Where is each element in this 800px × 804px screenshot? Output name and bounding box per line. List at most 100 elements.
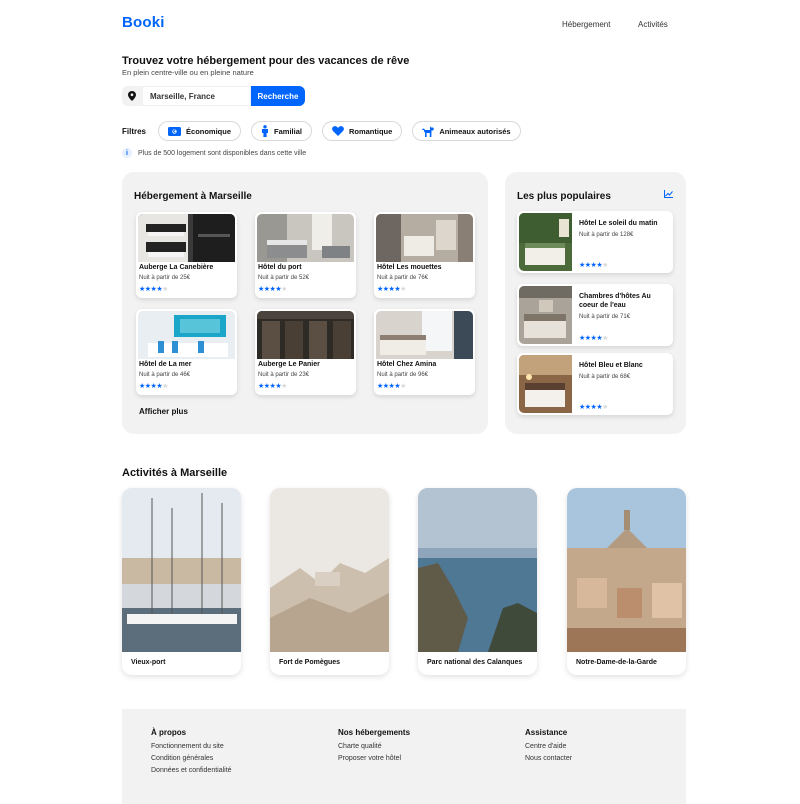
hotel-price: Nuit à partir de 25€: [139, 275, 191, 281]
rating-stars: ★★★★★: [579, 335, 608, 342]
popular-card[interactable]: Chambres d'hôtes Au coeur de l'eau Nuit …: [517, 284, 673, 346]
footer-link[interactable]: Fonctionnement du site: [151, 743, 232, 750]
footer-link[interactable]: Centre d'aide: [525, 743, 572, 750]
search-button[interactable]: Recherche: [251, 86, 305, 106]
hotel-photo: [138, 214, 235, 262]
search-bar: Recherche: [122, 86, 305, 106]
hotel-card[interactable]: Hôtel de La mer Nuit à partir de 46€ ★★★…: [136, 309, 237, 395]
rating-stars: ★★★★★: [579, 404, 608, 411]
filter-label: Économique: [186, 126, 232, 136]
money-icon: €: [168, 126, 186, 136]
populaires-title: Les plus populaires: [517, 191, 611, 202]
activity-card[interactable]: Fort de Pomègues: [270, 488, 389, 675]
footer-heading: À propos: [151, 728, 187, 737]
hotel-name: Auberge Le Panier: [258, 361, 320, 368]
info-icon: i: [122, 148, 132, 158]
hotel-price: Nuit à partir de 68€: [579, 374, 631, 380]
hotel-card[interactable]: Auberge La Canebière Nuit à partir de 25…: [136, 212, 237, 298]
hotel-photo: [257, 311, 354, 359]
hotel-card[interactable]: Hôtel Chez Amina Nuit à partir de 96€ ★★…: [374, 309, 475, 395]
hotel-card[interactable]: Hôtel Les mouettes Nuit à partir de 76€ …: [374, 212, 475, 298]
dog-icon: [422, 125, 439, 137]
rating-stars: ★★★★★: [377, 286, 406, 293]
filters-label: Filtres: [122, 126, 147, 136]
heart-icon: [332, 126, 349, 136]
filter-familial[interactable]: Familial: [251, 121, 312, 141]
footer-link[interactable]: Données et confidentialité: [151, 767, 232, 774]
hotel-price: Nuit à partir de 128€: [579, 232, 634, 238]
info-message: i Plus de 500 logement sont disponibles …: [122, 148, 306, 158]
person-icon: [261, 125, 274, 137]
nav-activites[interactable]: Activités: [638, 20, 668, 29]
hotel-price: Nuit à partir de 52€: [258, 275, 310, 281]
hotel-photo: [138, 311, 235, 359]
svg-text:€: €: [172, 129, 176, 134]
hotel-photo: [257, 214, 354, 262]
rating-stars: ★★★★★: [139, 286, 168, 293]
activity-photo: [418, 488, 537, 652]
hotel-photo: [519, 286, 572, 344]
popular-card[interactable]: Hôtel Le soleil du matin Nuit à partir d…: [517, 211, 673, 273]
activity-name: Vieux-port: [131, 659, 166, 666]
filter-label: Familial: [274, 126, 302, 136]
hotel-card[interactable]: Auberge Le Panier Nuit à partir de 23€ ★…: [255, 309, 356, 395]
activity-photo: [270, 488, 389, 652]
trend-chart-icon: [664, 190, 673, 198]
activites-title: Activités à Marseille: [122, 467, 228, 479]
hotel-price: Nuit à partir de 96€: [377, 372, 429, 378]
hotel-name: Hôtel de La mer: [139, 361, 192, 368]
hero-title: Trouvez votre hébergement pour des vacan…: [122, 55, 410, 67]
footer-column-assistance: Assistance Centre d'aide Nous contacter: [525, 728, 572, 767]
logo[interactable]: Booki: [122, 14, 165, 31]
hotel-photo: [519, 355, 572, 413]
hotel-name: Hôtel Les mouettes: [377, 264, 442, 271]
hotel-photo: [519, 213, 572, 271]
footer: À propos Fonctionnement du site Conditio…: [122, 709, 686, 804]
filter-animaux[interactable]: Animeaux autorisés: [412, 121, 521, 141]
popular-card[interactable]: Hôtel Bleu et Blanc Nuit à partir de 68€…: [517, 353, 673, 415]
footer-heading: Nos hébergements: [338, 728, 411, 737]
activity-card[interactable]: Parc national des Calanques: [418, 488, 537, 675]
footer-column-hebergements: Nos hébergements Charte qualité Proposer…: [338, 728, 410, 767]
footer-link[interactable]: Charte qualité: [338, 743, 410, 750]
hotel-price: Nuit à partir de 23€: [258, 372, 310, 378]
location-pin-icon: [122, 86, 142, 106]
hotel-price: Nuit à partir de 71€: [579, 314, 631, 320]
hotel-name: Auberge La Canebière: [139, 264, 214, 271]
search-input[interactable]: [142, 86, 251, 106]
filter-economique[interactable]: € Économique: [158, 121, 242, 141]
footer-heading: Assistance: [525, 728, 568, 737]
activity-name: Parc national des Calanques: [427, 659, 523, 666]
filter-label: Animeaux autorisés: [439, 126, 511, 136]
show-more-button[interactable]: Afficher plus: [139, 407, 188, 416]
activity-name: Fort de Pomègues: [279, 659, 341, 666]
rating-stars: ★★★★★: [139, 383, 168, 390]
filter-romantique[interactable]: Romantique: [321, 121, 403, 141]
activity-photo: [567, 488, 686, 652]
hotel-name: Hôtel Chez Amina: [377, 361, 437, 368]
hotel-photo: [376, 214, 473, 262]
hotel-name: Hôtel Bleu et Blanc: [579, 362, 643, 369]
filters: Filtres € Économique Familial Romantique…: [122, 121, 531, 141]
activity-name: Notre-Dame-de-la-Garde: [576, 659, 657, 666]
nav-hebergement[interactable]: Hébergement: [562, 20, 610, 29]
header: Booki Hébergement Activités: [0, 0, 800, 48]
filter-label: Romantique: [348, 126, 393, 136]
footer-link[interactable]: Proposer votre hôtel: [338, 755, 410, 762]
footer-link[interactable]: Condition générales: [151, 755, 232, 762]
info-text: Plus de 500 logement sont disponibles da…: [138, 149, 307, 157]
activity-card[interactable]: Notre-Dame-de-la-Garde: [567, 488, 686, 675]
hotel-name: Hôtel Le soleil du matin: [579, 220, 658, 227]
hebergements-title: Hébergement à Marseille: [134, 191, 252, 202]
rating-stars: ★★★★★: [258, 383, 287, 390]
hero-subtitle: En plein centre-ville ou en pleine natur…: [122, 68, 254, 77]
activity-card[interactable]: Vieux-port: [122, 488, 241, 675]
hotel-price: Nuit à partir de 76€: [377, 275, 429, 281]
hotel-card[interactable]: Hôtel du port Nuit à partir de 52€ ★★★★★: [255, 212, 356, 298]
rating-stars: ★★★★★: [579, 262, 608, 269]
footer-link[interactable]: Nous contacter: [525, 755, 572, 762]
rating-stars: ★★★★★: [258, 286, 287, 293]
hotel-name: Hôtel du port: [258, 264, 302, 271]
footer-column-apropos: À propos Fonctionnement du site Conditio…: [151, 728, 232, 779]
hotel-price: Nuit à partir de 46€: [139, 372, 191, 378]
